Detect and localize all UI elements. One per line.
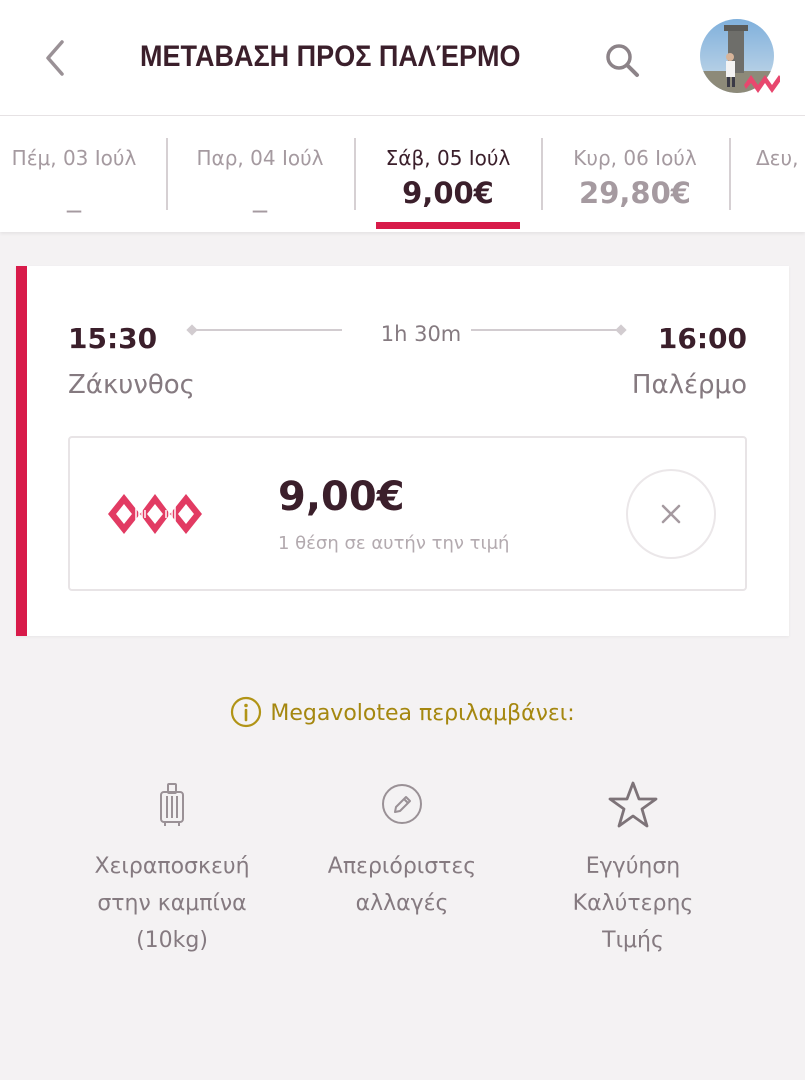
card-accent-bar xyxy=(16,266,27,636)
route-line-left xyxy=(192,329,342,331)
route-end-dot xyxy=(615,324,627,336)
date-price-unavailable: _ xyxy=(67,180,81,213)
departure-time: 15:30 xyxy=(68,322,158,355)
date-price: 29,80€ xyxy=(579,176,691,210)
date-tab-5[interactable]: Δευ, 07 Ιούλ xyxy=(729,116,805,232)
feature-line: στην καμπίνα xyxy=(97,891,247,916)
date-price-unavailable: _ xyxy=(253,180,267,213)
flight-card: 15:30 1h 30m 16:00 Ζάκυνθος Παλέρμο 9,00… xyxy=(16,266,789,636)
feature-text: Απεριόριστες αλλαγές xyxy=(292,848,512,922)
luggage-icon xyxy=(160,783,184,826)
feature-text: Εγγύηση Καλύτερης Τιμής xyxy=(523,848,743,959)
arrival-city: Παλέρμο xyxy=(631,370,747,400)
includes-heading: Megavolotea περιλαμβάνει: xyxy=(0,696,805,728)
date-label: Παρ, 04 Ιούλ xyxy=(196,146,324,170)
departure-city: Ζάκυνθος xyxy=(68,370,195,400)
feature-line: Απεριόριστες xyxy=(327,854,477,879)
date-price: 9,00€ xyxy=(402,176,494,210)
app-header: ΜΕΤΑΒΑΣΗ ΠΡΟΣ ΠΑΛΈΡΜΟ xyxy=(0,0,805,116)
feature-line: Τιμής xyxy=(602,928,664,953)
seats-left-note: 1 θέση σε αυτήν την τιμή xyxy=(278,533,510,554)
date-selector: Πέμ, 03 Ιούλ _ Παρ, 04 Ιούλ _ Σάβ, 05 Ιο… xyxy=(0,116,805,232)
includes-title: Megavolotea περιλαμβάνει: xyxy=(270,701,575,726)
feature-line: Χειραποσκευή xyxy=(94,854,250,879)
fare-option[interactable]: 9,00€ 1 θέση σε αυτήν την τιμή xyxy=(68,436,747,591)
info-icon xyxy=(231,696,262,728)
pencil-icon xyxy=(382,784,422,824)
search-button[interactable] xyxy=(602,40,642,80)
date-tab-2[interactable]: Παρ, 04 Ιούλ _ xyxy=(166,116,354,232)
megavolotea-logo-icon xyxy=(108,494,202,534)
search-icon xyxy=(606,44,639,77)
selected-indicator xyxy=(376,222,520,229)
date-tab-1[interactable]: Πέμ, 03 Ιούλ _ xyxy=(0,116,168,232)
feature-best-price: Εγγύηση Καλύτερης Τιμής xyxy=(523,778,743,959)
feature-cabin-bag: Χειραποσκευή στην καμπίνα (10kg) xyxy=(62,778,282,959)
page-title: ΜΕΤΑΒΑΣΗ ΠΡΟΣ ΠΑΛΈΡΜΟ xyxy=(140,40,521,73)
feature-line: αλλαγές xyxy=(355,891,449,916)
feature-line: Καλύτερης xyxy=(572,891,694,916)
date-label: Κυρ, 06 Ιούλ xyxy=(573,146,697,170)
feature-line: (10kg) xyxy=(136,928,208,953)
date-tab-4[interactable]: Κυρ, 06 Ιούλ 29,80€ xyxy=(541,116,729,232)
star-icon xyxy=(608,781,658,828)
user-avatar[interactable] xyxy=(700,19,782,93)
date-label: Πέμ, 03 Ιούλ xyxy=(11,146,137,170)
date-label: Σάβ, 05 Ιούλ xyxy=(385,146,511,170)
deselect-fare-button[interactable] xyxy=(626,469,716,559)
route-line-right xyxy=(471,329,621,331)
close-icon xyxy=(661,504,681,524)
arrival-time: 16:00 xyxy=(657,322,747,355)
feature-unlimited-changes: Απεριόριστες αλλαγές xyxy=(292,778,512,922)
avatar-photo xyxy=(700,19,782,93)
feature-line: Εγγύηση xyxy=(585,854,681,879)
chevron-left-icon xyxy=(46,40,64,76)
fare-price: 9,00€ xyxy=(278,474,405,520)
date-tab-3-selected[interactable]: Σάβ, 05 Ιούλ 9,00€ xyxy=(354,116,542,232)
date-label: Δευ, 07 Ιούλ xyxy=(756,146,805,170)
flight-duration: 1h 30m xyxy=(380,322,462,346)
feature-text: Χειραποσκευή στην καμπίνα (10kg) xyxy=(62,848,282,959)
back-button[interactable] xyxy=(36,36,76,80)
